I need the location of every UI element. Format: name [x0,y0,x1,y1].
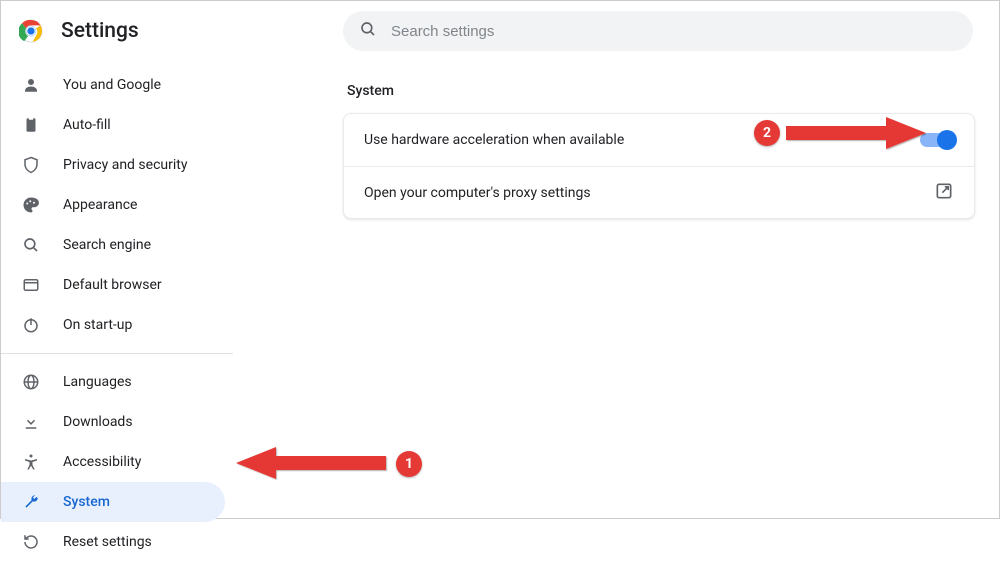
sidebar-item-label: Downloads [63,414,133,430]
sidebar: You and Google Auto-fill Privacy and sec… [1,61,233,518]
browser-icon [21,275,41,295]
page-title: Settings [61,19,139,43]
search-input[interactable] [391,23,957,40]
sidebar-item-accessibility[interactable]: Accessibility [1,442,225,482]
power-icon [21,315,41,335]
reset-icon [21,532,41,552]
toggle-hardware-acceleration[interactable] [920,133,954,147]
external-link-icon[interactable] [934,181,954,205]
header: Settings [1,1,999,61]
sidebar-item-default-browser[interactable]: Default browser [1,265,225,305]
sidebar-item-search-engine[interactable]: Search engine [1,225,225,265]
header-left: Settings [17,17,343,45]
sidebar-item-appearance[interactable]: Appearance [1,185,225,225]
sidebar-item-label: Privacy and security [63,157,187,173]
sidebar-item-languages[interactable]: Languages [1,362,225,402]
sidebar-item-startup[interactable]: On start-up [1,305,225,345]
sidebar-item-you-and-google[interactable]: You and Google [1,65,225,105]
sidebar-item-label: Auto-fill [63,117,111,133]
settings-card: Use hardware acceleration when available… [343,113,975,219]
globe-icon [21,372,41,392]
sidebar-item-label: Default browser [63,277,162,293]
row-hardware-acceleration[interactable]: Use hardware acceleration when available [344,114,974,166]
sidebar-item-label: Reset settings [63,534,152,550]
sidebar-item-label: On start-up [63,317,132,333]
sidebar-item-system[interactable]: System [1,482,225,522]
shield-icon [21,155,41,175]
wrench-icon [21,492,41,512]
sidebar-item-reset[interactable]: Reset settings [1,522,225,562]
row-proxy-settings[interactable]: Open your computer's proxy settings [344,166,974,218]
chrome-logo-icon [17,17,45,45]
person-icon [21,75,41,95]
clipboard-icon [21,115,41,135]
row-label: Use hardware acceleration when available [364,132,624,148]
sidebar-item-privacy[interactable]: Privacy and security [1,145,225,185]
download-icon [21,412,41,432]
accessibility-icon [21,452,41,472]
row-label: Open your computer's proxy settings [364,185,591,201]
sidebar-divider [1,353,233,354]
sidebar-item-label: You and Google [63,77,161,93]
sidebar-item-label: System [63,494,110,510]
sidebar-item-autofill[interactable]: Auto-fill [1,105,225,145]
main-content: System Use hardware acceleration when av… [233,61,999,518]
sidebar-item-label: Accessibility [63,454,141,470]
sidebar-item-label: Languages [63,374,132,390]
palette-icon [21,195,41,215]
search-icon [359,20,377,42]
section-title: System [347,83,975,99]
sidebar-item-label: Search engine [63,237,151,253]
search-icon [21,235,41,255]
sidebar-item-downloads[interactable]: Downloads [1,402,225,442]
sidebar-item-label: Appearance [63,197,137,213]
search-box[interactable] [343,11,973,51]
